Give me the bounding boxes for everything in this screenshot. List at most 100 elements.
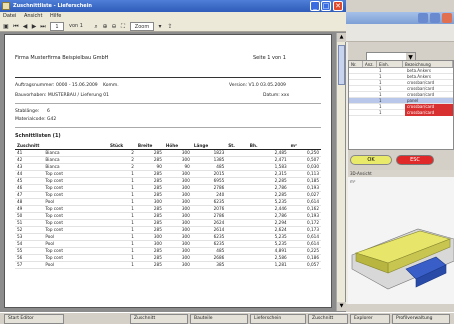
minimize-button[interactable]: _ bbox=[310, 1, 320, 11]
grid-header-cell[interactable]: Bezeichnung bbox=[403, 61, 453, 67]
table-cell: 2,471 bbox=[247, 156, 289, 164]
grid-header-cell[interactable]: Nr. bbox=[349, 61, 363, 67]
table-cell: 1 bbox=[107, 247, 136, 255]
zoom-in-icon[interactable]: ⊕ bbox=[101, 22, 109, 31]
table-cell: 5,235 bbox=[247, 240, 289, 248]
search-icon[interactable]: ⌕ bbox=[92, 22, 100, 31]
taskbar-button[interactable]: Zuschnitt bbox=[308, 314, 348, 324]
scroll-up-icon[interactable]: ▲ bbox=[337, 33, 346, 42]
taskbar-button[interactable]: Profilverwaltung bbox=[392, 314, 450, 324]
table-cell bbox=[226, 191, 248, 199]
zoom-select[interactable]: Zoom bbox=[130, 22, 154, 31]
table-cell: 240 bbox=[191, 191, 227, 199]
table-cell: 42 bbox=[15, 156, 44, 164]
table-cell: Top cont bbox=[43, 247, 108, 255]
next-page-icon[interactable]: ▶ bbox=[30, 22, 38, 31]
taskbar-button[interactable]: Start Editor bbox=[4, 314, 64, 324]
scroll-down-icon[interactable]: ▼ bbox=[337, 302, 346, 311]
taskbar-button[interactable]: Zuschnitt bbox=[130, 314, 188, 324]
close-button[interactable]: ✕ bbox=[333, 1, 343, 11]
table-row: 54 Pool 1 300 300 6235 5,235 0,614 bbox=[15, 240, 321, 248]
column-header: Höhe bbox=[163, 142, 192, 150]
table-cell: 2,446 bbox=[247, 205, 289, 213]
divider bbox=[15, 77, 321, 78]
table-cell: 285 bbox=[135, 226, 164, 234]
stab-value: 6 bbox=[47, 109, 50, 114]
grid-header-cell[interactable]: Einh. bbox=[377, 61, 403, 67]
table-cell: Top cont bbox=[43, 254, 108, 262]
grid-row-highlighted[interactable]: 1 crossbar/card bbox=[349, 110, 453, 116]
menu-view[interactable]: Ansicht bbox=[21, 12, 45, 21]
table-cell: 300 bbox=[163, 247, 192, 255]
table-cell: 485 bbox=[191, 163, 227, 171]
grid-cell: crossbar/card bbox=[407, 80, 435, 85]
table-cell: 0,193 bbox=[288, 212, 321, 220]
taskbar-button[interactable]: Lieferschein bbox=[250, 314, 306, 324]
vertical-scrollbar[interactable]: ▲ ▼ bbox=[336, 33, 346, 311]
divider bbox=[15, 127, 321, 128]
scroll-thumb[interactable] bbox=[338, 45, 345, 85]
table-cell: 57 bbox=[15, 261, 44, 269]
zoom-out-icon[interactable]: ⊖ bbox=[110, 22, 118, 31]
table-cell: 0,193 bbox=[288, 184, 321, 192]
escape-button[interactable]: ESC bbox=[396, 155, 434, 165]
printer-icon[interactable]: ▣ bbox=[2, 22, 10, 31]
menu-help[interactable]: Hilfe bbox=[47, 12, 64, 21]
column-header: Breite bbox=[135, 142, 164, 150]
table-cell: 48 bbox=[15, 198, 44, 206]
background-minimize-button[interactable] bbox=[418, 13, 428, 23]
prev-page-icon[interactable]: ◀ bbox=[21, 22, 29, 31]
background-maximize-button[interactable] bbox=[430, 13, 440, 23]
table-cell: 1 bbox=[107, 212, 136, 220]
last-page-icon[interactable]: ⏭ bbox=[39, 22, 47, 31]
table-cell: 2,586 bbox=[247, 254, 289, 262]
fit-page-icon[interactable]: ⛶ bbox=[119, 22, 127, 31]
3d-model-graphic bbox=[351, 228, 454, 290]
table-cell: 485 bbox=[191, 247, 227, 255]
page-number-input[interactable]: 1 bbox=[50, 22, 64, 31]
table-cell: 2,786 bbox=[247, 184, 289, 192]
table-row: 50 Top cont 1 285 300 2786 2,786 0,193 bbox=[15, 212, 321, 220]
first-page-icon[interactable]: ⏮ bbox=[12, 22, 20, 31]
table-cell: 0,225 bbox=[288, 247, 321, 255]
table-cell: 1 bbox=[107, 233, 136, 241]
export-icon[interactable]: ⇪ bbox=[166, 22, 174, 31]
table-row: 57 Pool 1 285 300 385 1,281 0,057 bbox=[15, 261, 321, 269]
chevron-down-icon[interactable]: ▾ bbox=[156, 22, 164, 31]
table-cell: Top cont bbox=[43, 219, 108, 227]
3d-viewer[interactable]: 3D-Ansicht m² bbox=[348, 170, 454, 304]
ok-button[interactable]: OK bbox=[350, 155, 392, 165]
table-cell: 2,315 bbox=[247, 170, 289, 178]
table-cell bbox=[226, 240, 248, 248]
table-cell: 1 bbox=[107, 177, 136, 185]
table-cell: 1,583 bbox=[247, 163, 289, 171]
grid-header-cell[interactable]: Anz. bbox=[363, 61, 377, 67]
menu-file[interactable]: Datei bbox=[0, 12, 19, 21]
table-cell: 385 bbox=[191, 261, 227, 269]
taskbar-button[interactable]: Bauteile bbox=[190, 314, 248, 324]
column-header: Bh. bbox=[247, 142, 289, 150]
background-close-button[interactable] bbox=[442, 13, 452, 23]
table-cell: 0,250 bbox=[288, 149, 321, 157]
table-cell: 90 bbox=[163, 163, 192, 171]
table-cell: 300 bbox=[163, 219, 192, 227]
table-cell: 285 bbox=[135, 156, 164, 164]
table-cell: 300 bbox=[163, 212, 192, 220]
taskbar-button[interactable]: Explorer bbox=[350, 314, 390, 324]
background-grid[interactable]: Nr. Anz. Einh. Bezeichnung 1 beta.Ankers 1 be… bbox=[348, 60, 454, 150]
table-cell: 300 bbox=[163, 198, 192, 206]
table-cell: 300 bbox=[163, 191, 192, 199]
table-cell: 2,285 bbox=[247, 191, 289, 199]
window-titlebar: Zuschnittliste - Lieferschein _ □ ✕ bbox=[0, 0, 346, 12]
table-cell: 53 bbox=[15, 233, 44, 241]
table-cell: 2786 bbox=[191, 184, 227, 192]
table-cell: 285 bbox=[135, 219, 164, 227]
taskbar: Start Editor Zuschnitt Bauteile Liefersc… bbox=[0, 312, 454, 324]
maximize-button[interactable]: □ bbox=[321, 1, 331, 11]
table-cell: 1 bbox=[107, 184, 136, 192]
table-cell: 300 bbox=[135, 233, 164, 241]
table-cell: 285 bbox=[135, 212, 164, 220]
table-cell: 0,162 bbox=[288, 205, 321, 213]
table-cell: 2015 bbox=[191, 170, 227, 178]
table-cell: 43 bbox=[15, 163, 44, 171]
